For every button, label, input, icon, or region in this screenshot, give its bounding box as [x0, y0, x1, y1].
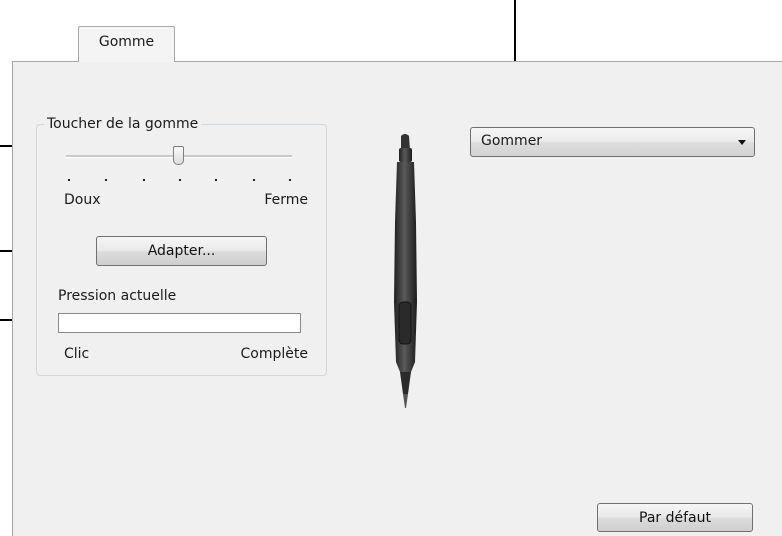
- pen-illustration-icon: [394, 134, 417, 408]
- current-pressure-bar: [58, 313, 301, 333]
- slider-max-label: Ferme: [264, 192, 308, 208]
- slider-tick: [105, 179, 107, 181]
- slider-tick: [289, 179, 291, 181]
- slider-tick: [68, 179, 70, 181]
- slider-tick: [253, 179, 255, 181]
- tab-gomme[interactable]: Gomme: [78, 26, 175, 62]
- eraser-feel-title: Toucher de la gomme: [44, 116, 202, 132]
- eraser-feel-slider-thumb[interactable]: [173, 146, 184, 165]
- eraser-function-select[interactable]: Gommer: [470, 127, 755, 157]
- chevron-down-icon: [738, 140, 746, 145]
- slider-tick: [179, 179, 181, 181]
- slider-tick: [215, 179, 217, 181]
- customize-button[interactable]: Adapter...: [96, 236, 267, 266]
- current-pressure-label: Pression actuelle: [58, 288, 177, 304]
- pressure-min-label: Clic: [64, 346, 90, 362]
- slider-min-label: Doux: [64, 192, 101, 208]
- default-button[interactable]: Par défaut: [597, 503, 753, 532]
- pressure-max-label: Complète: [240, 346, 308, 362]
- slider-tick: [143, 179, 145, 181]
- eraser-function-value: Gommer: [481, 133, 543, 149]
- tab-gomme-label: Gomme: [98, 34, 155, 50]
